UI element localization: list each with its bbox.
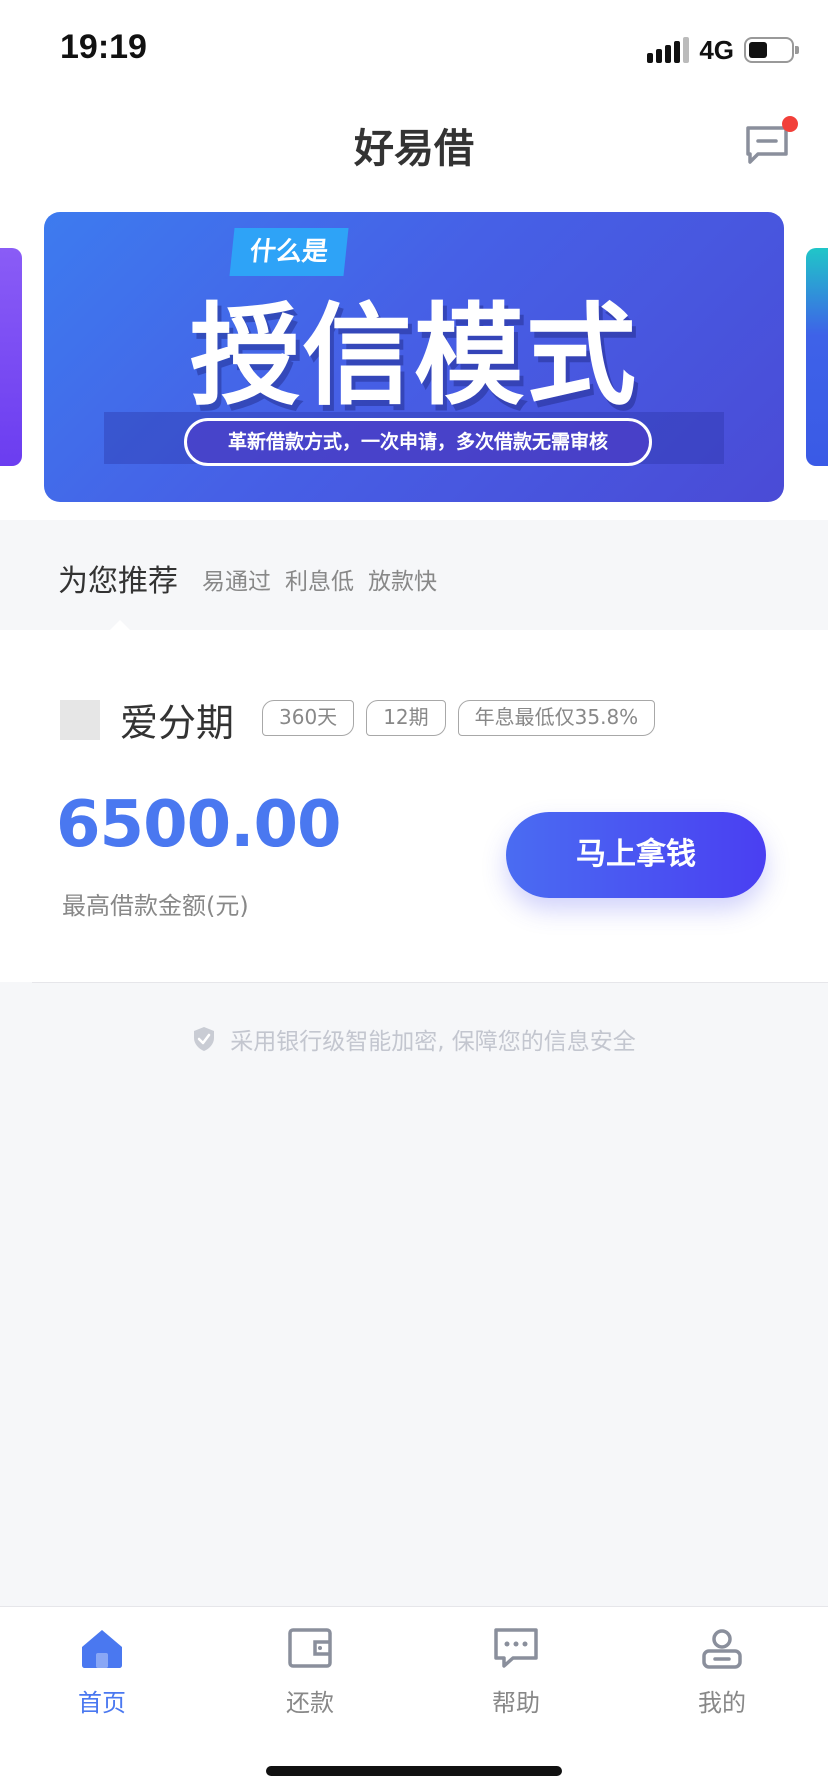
tab-home[interactable]: 首页 [42,1627,162,1718]
page-title: 好易借 [354,126,474,172]
tab-label: 帮助 [492,1689,540,1717]
banner-next-slide[interactable] [806,248,828,466]
home-indicator [266,1766,562,1776]
tab-label: 还款 [286,1689,334,1717]
wallet-icon [288,1628,332,1668]
product-name: 爱分期 [120,701,235,745]
tab-label: 我的 [698,1689,746,1717]
banner-subtitle: 革新借款方式，一次申请，多次借款无需审核 [184,418,652,466]
status-time: 19:19 [60,28,147,66]
nav-bar: 好易借 [0,96,828,192]
chat-icon [494,1628,538,1668]
max-loan-amount-label: 最高借款金额(元) [62,892,249,920]
battery-level [749,42,767,58]
network-type: 4G [699,34,734,65]
product-badge: 年息最低仅35.8% [457,700,656,736]
signal-icon [647,37,690,63]
unread-dot [782,116,798,132]
shield-check-icon [194,1027,215,1051]
recommend-tags: 易通过 利息低 放款快 [202,562,437,596]
tab-help[interactable]: 帮助 [456,1627,576,1718]
tab-repay[interactable]: 还款 [250,1627,370,1718]
home-icon [82,1630,122,1668]
recommend-header: 为您推荐 易通过 利息低 放款快 [0,520,828,632]
security-note: 采用银行级智能加密, 保障您的信息安全 [0,1022,828,1056]
max-loan-amount: 6500.00 [56,788,341,862]
user-icon [702,1629,742,1669]
status-indicators: 4G [647,32,799,68]
divider [32,982,828,983]
battery-icon [744,37,799,63]
get-money-button[interactable]: 马上拿钱 [506,812,766,898]
status-bar: 19:19 4G [0,0,828,96]
tab-mine[interactable]: 我的 [662,1627,782,1718]
tab-label: 首页 [78,1689,126,1717]
recommend-title: 为您推荐 [58,564,178,599]
message-icon [746,126,788,164]
banner-slide[interactable]: 什么是 授信模式 革新借款方式，一次申请，多次借款无需审核 [44,212,784,502]
product-logo [60,700,100,740]
banner-carousel[interactable]: 什么是 授信模式 革新借款方式，一次申请，多次借款无需审核 [0,192,828,520]
recommend-tag: 利息低 [285,569,354,595]
recommend-tag: 易通过 [202,569,271,595]
product-badge: 12期 [366,700,446,736]
recommend-pointer [108,620,132,632]
recommend-tag: 放款快 [368,569,437,595]
banner-headline: 授信模式 [190,292,638,420]
security-text: 采用银行级智能加密, 保障您的信息安全 [230,1029,636,1055]
tab-bar: 首页 还款 帮助 我的 [0,1606,828,1792]
product-badge: 360天 [262,700,355,736]
message-button[interactable] [744,116,798,166]
product-card[interactable]: 爱分期 360天 12期 年息最低仅35.8% 6500.00 最高借款金额(元… [0,630,828,982]
product-badges: 360天 12期 年息最低仅35.8% [262,700,656,736]
banner-prev-slide[interactable] [0,248,22,466]
